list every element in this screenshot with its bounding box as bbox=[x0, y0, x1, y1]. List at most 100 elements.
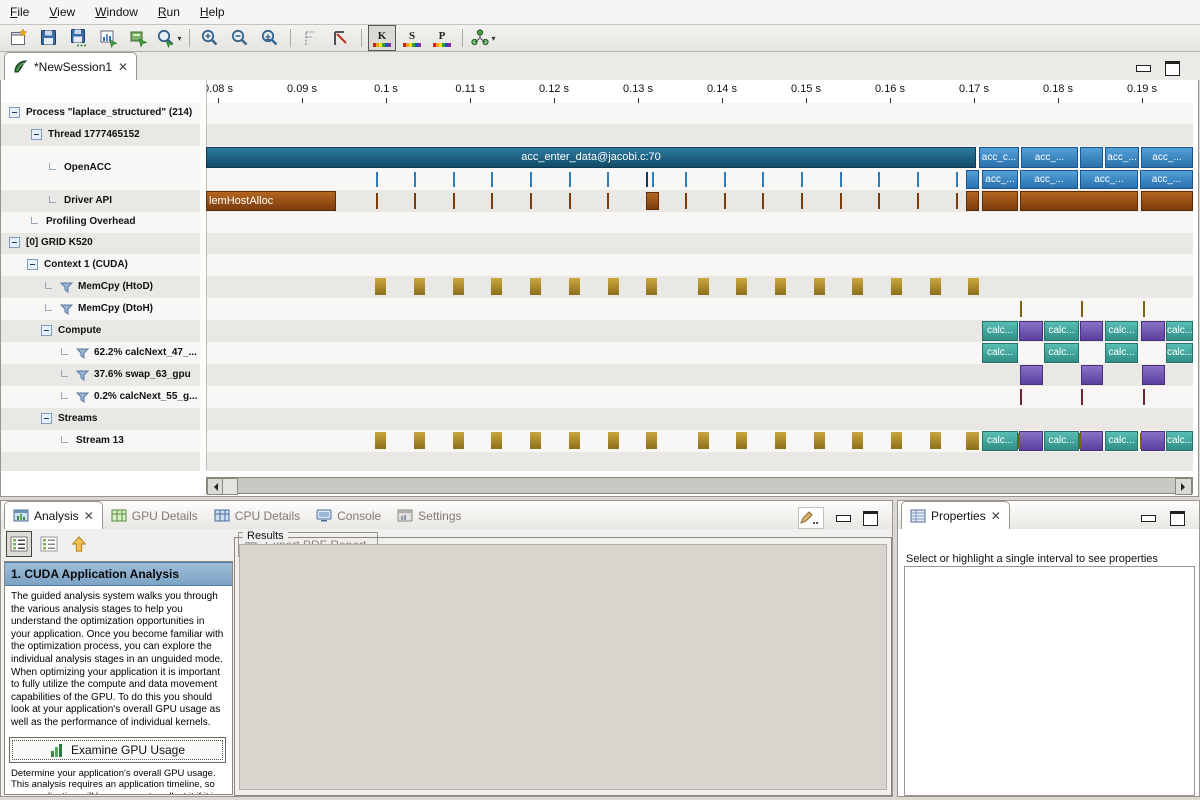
examine-gpu-usage-button[interactable]: Examine GPU Usage bbox=[9, 737, 226, 763]
zoom-reset-button[interactable] bbox=[256, 25, 284, 51]
save-as-button[interactable] bbox=[65, 25, 93, 51]
interval-bar[interactable]: acc_... bbox=[1021, 147, 1078, 168]
new-session-button[interactable] bbox=[5, 25, 33, 51]
guided-analysis-view-button[interactable] bbox=[6, 531, 32, 557]
pin-editor-icon[interactable] bbox=[798, 507, 824, 529]
tree-row-compute[interactable]: Compute bbox=[1, 320, 201, 342]
collapse-toggle-icon[interactable] bbox=[27, 259, 38, 270]
interval-bar[interactable]: calc... bbox=[1044, 321, 1079, 341]
interval-bar[interactable]: acc_... bbox=[1140, 170, 1193, 189]
interval-bar[interactable] bbox=[1080, 147, 1103, 168]
minimize-icon[interactable] bbox=[836, 515, 851, 522]
dropdown-caret-icon[interactable]: ▾ bbox=[177, 34, 181, 43]
interval-bar[interactable] bbox=[966, 191, 979, 211]
tab-gpu-details[interactable]: GPU Details bbox=[103, 502, 206, 529]
interval-bar[interactable] bbox=[1141, 321, 1165, 341]
minimize-icon[interactable] bbox=[1136, 65, 1151, 72]
interval-bar[interactable]: acc_enter_data@jacobi.c:70 bbox=[206, 147, 976, 168]
interval-bar[interactable]: calc... bbox=[1105, 321, 1138, 341]
run-application-button[interactable] bbox=[125, 25, 153, 51]
horizontal-scrollbar[interactable] bbox=[206, 477, 1193, 494]
interval-bar[interactable]: calc... bbox=[1166, 321, 1193, 341]
interval-bar[interactable] bbox=[1141, 191, 1193, 211]
interval-bar[interactable] bbox=[1080, 431, 1103, 451]
interval-bar[interactable]: calc... bbox=[1105, 431, 1138, 451]
maximize-icon[interactable] bbox=[863, 511, 878, 526]
tree-row-context[interactable]: Context 1 (CUDA) bbox=[1, 254, 201, 276]
interval-bar[interactable] bbox=[1080, 321, 1103, 341]
maximize-icon[interactable] bbox=[1170, 511, 1185, 526]
tree-row-dtoh[interactable]: MemCpy (DtoH) bbox=[1, 298, 201, 320]
filter-icon[interactable] bbox=[76, 370, 89, 381]
filter-icon[interactable] bbox=[60, 304, 73, 315]
interval-bar[interactable]: acc_c... bbox=[979, 147, 1019, 168]
maximize-icon[interactable] bbox=[1165, 61, 1180, 76]
filter-icon[interactable] bbox=[76, 392, 89, 403]
interval-bar[interactable]: acc_... bbox=[982, 170, 1018, 189]
interval-bar[interactable]: lemHostAlloc bbox=[206, 191, 336, 211]
interval-bar[interactable] bbox=[1081, 365, 1103, 385]
zoom-out-button[interactable] bbox=[226, 25, 254, 51]
goto-marker-button[interactable] bbox=[327, 25, 355, 51]
tree-row-streams[interactable]: Streams bbox=[1, 408, 201, 430]
collapse-toggle-icon[interactable] bbox=[9, 237, 20, 248]
interval-bar[interactable]: acc_... bbox=[1105, 147, 1139, 168]
interval-bar[interactable]: calc... bbox=[1044, 431, 1079, 451]
tree-row-openacc[interactable]: OpenACC bbox=[1, 146, 201, 190]
tab-properties[interactable]: Properties ✕ bbox=[901, 501, 1010, 529]
tab-analysis[interactable]: Analysis✕ bbox=[4, 501, 103, 529]
dropdown-caret-icon[interactable]: ▾ bbox=[491, 34, 495, 43]
tab-cpu-details[interactable]: CPU Details bbox=[206, 502, 308, 529]
menu-run[interactable]: Run bbox=[148, 1, 190, 23]
interval-bar[interactable] bbox=[1020, 191, 1138, 211]
interval-bar[interactable] bbox=[1020, 365, 1043, 385]
promote-analysis-button[interactable] bbox=[66, 531, 92, 557]
interval-bar[interactable]: acc_... bbox=[1080, 170, 1138, 189]
interval-bar[interactable]: calc... bbox=[982, 431, 1018, 451]
close-icon[interactable]: ✕ bbox=[991, 509, 1001, 523]
process-coloring-button[interactable]: P bbox=[428, 25, 456, 51]
collapse-toggle-icon[interactable] bbox=[41, 325, 52, 336]
interval-bar[interactable]: calc... bbox=[1166, 343, 1193, 363]
close-icon[interactable]: ✕ bbox=[84, 509, 94, 523]
interval-bar[interactable] bbox=[1019, 321, 1043, 341]
zoom-mode-button[interactable]: ▾ bbox=[155, 25, 183, 51]
collapse-toggle-icon[interactable] bbox=[9, 107, 20, 118]
menu-window[interactable]: Window bbox=[85, 1, 148, 23]
interval-bar[interactable]: acc_... bbox=[1141, 147, 1193, 168]
menu-file[interactable]: File bbox=[0, 1, 39, 23]
kernel-coloring-button[interactable]: K bbox=[368, 25, 396, 51]
interval-bar[interactable] bbox=[982, 191, 1018, 211]
interval-bar[interactable]: acc_... bbox=[1020, 170, 1078, 189]
tab-console[interactable]: Console bbox=[308, 502, 389, 529]
tree-row-process[interactable]: Process "laplace_structured" (214) bbox=[1, 103, 201, 124]
stream-coloring-button[interactable]: S bbox=[398, 25, 426, 51]
filter-icon[interactable] bbox=[60, 282, 73, 293]
unguided-analysis-view-button[interactable] bbox=[36, 531, 62, 557]
tree-row-thread[interactable]: Thread 1777465152 bbox=[1, 124, 201, 146]
interval-bar[interactable] bbox=[646, 192, 659, 210]
analysis-tree-button[interactable]: ▾ bbox=[469, 25, 497, 51]
interval-bar[interactable]: calc... bbox=[1166, 431, 1193, 451]
tree-row-k62[interactable]: 62.2% calcNext_47_... bbox=[1, 342, 201, 364]
tree-row-htod[interactable]: MemCpy (HtoD) bbox=[1, 276, 201, 298]
interval-bar[interactable]: calc... bbox=[982, 343, 1018, 363]
collapse-toggle-icon[interactable] bbox=[41, 413, 52, 424]
tree-row-stream13[interactable]: Stream 13 bbox=[1, 430, 201, 452]
menu-view[interactable]: View bbox=[39, 1, 85, 23]
run-timeline-button[interactable] bbox=[95, 25, 123, 51]
interval-bar[interactable]: calc... bbox=[1044, 343, 1079, 363]
close-icon[interactable]: ✕ bbox=[118, 60, 128, 74]
interval-bar[interactable]: calc... bbox=[1105, 343, 1138, 363]
interval-bar[interactable]: calc... bbox=[982, 321, 1018, 341]
tree-row-grid[interactable]: [0] GRID K520 bbox=[1, 233, 201, 254]
collapse-toggle-icon[interactable] bbox=[31, 129, 42, 140]
interval-bar[interactable] bbox=[966, 170, 979, 189]
tree-row-k02[interactable]: 0.2% calcNext_55_g... bbox=[1, 386, 201, 408]
tree-row-profiling[interactable]: Profiling Overhead bbox=[1, 212, 201, 233]
tree-row-k37[interactable]: 37.6% swap_63_gpu bbox=[1, 364, 201, 386]
interval-bar[interactable] bbox=[1019, 431, 1043, 451]
tree-row-driver[interactable]: Driver API bbox=[1, 190, 201, 212]
session-tab[interactable]: *NewSession1 ✕ bbox=[4, 52, 137, 80]
interval-bar[interactable] bbox=[1142, 365, 1165, 385]
